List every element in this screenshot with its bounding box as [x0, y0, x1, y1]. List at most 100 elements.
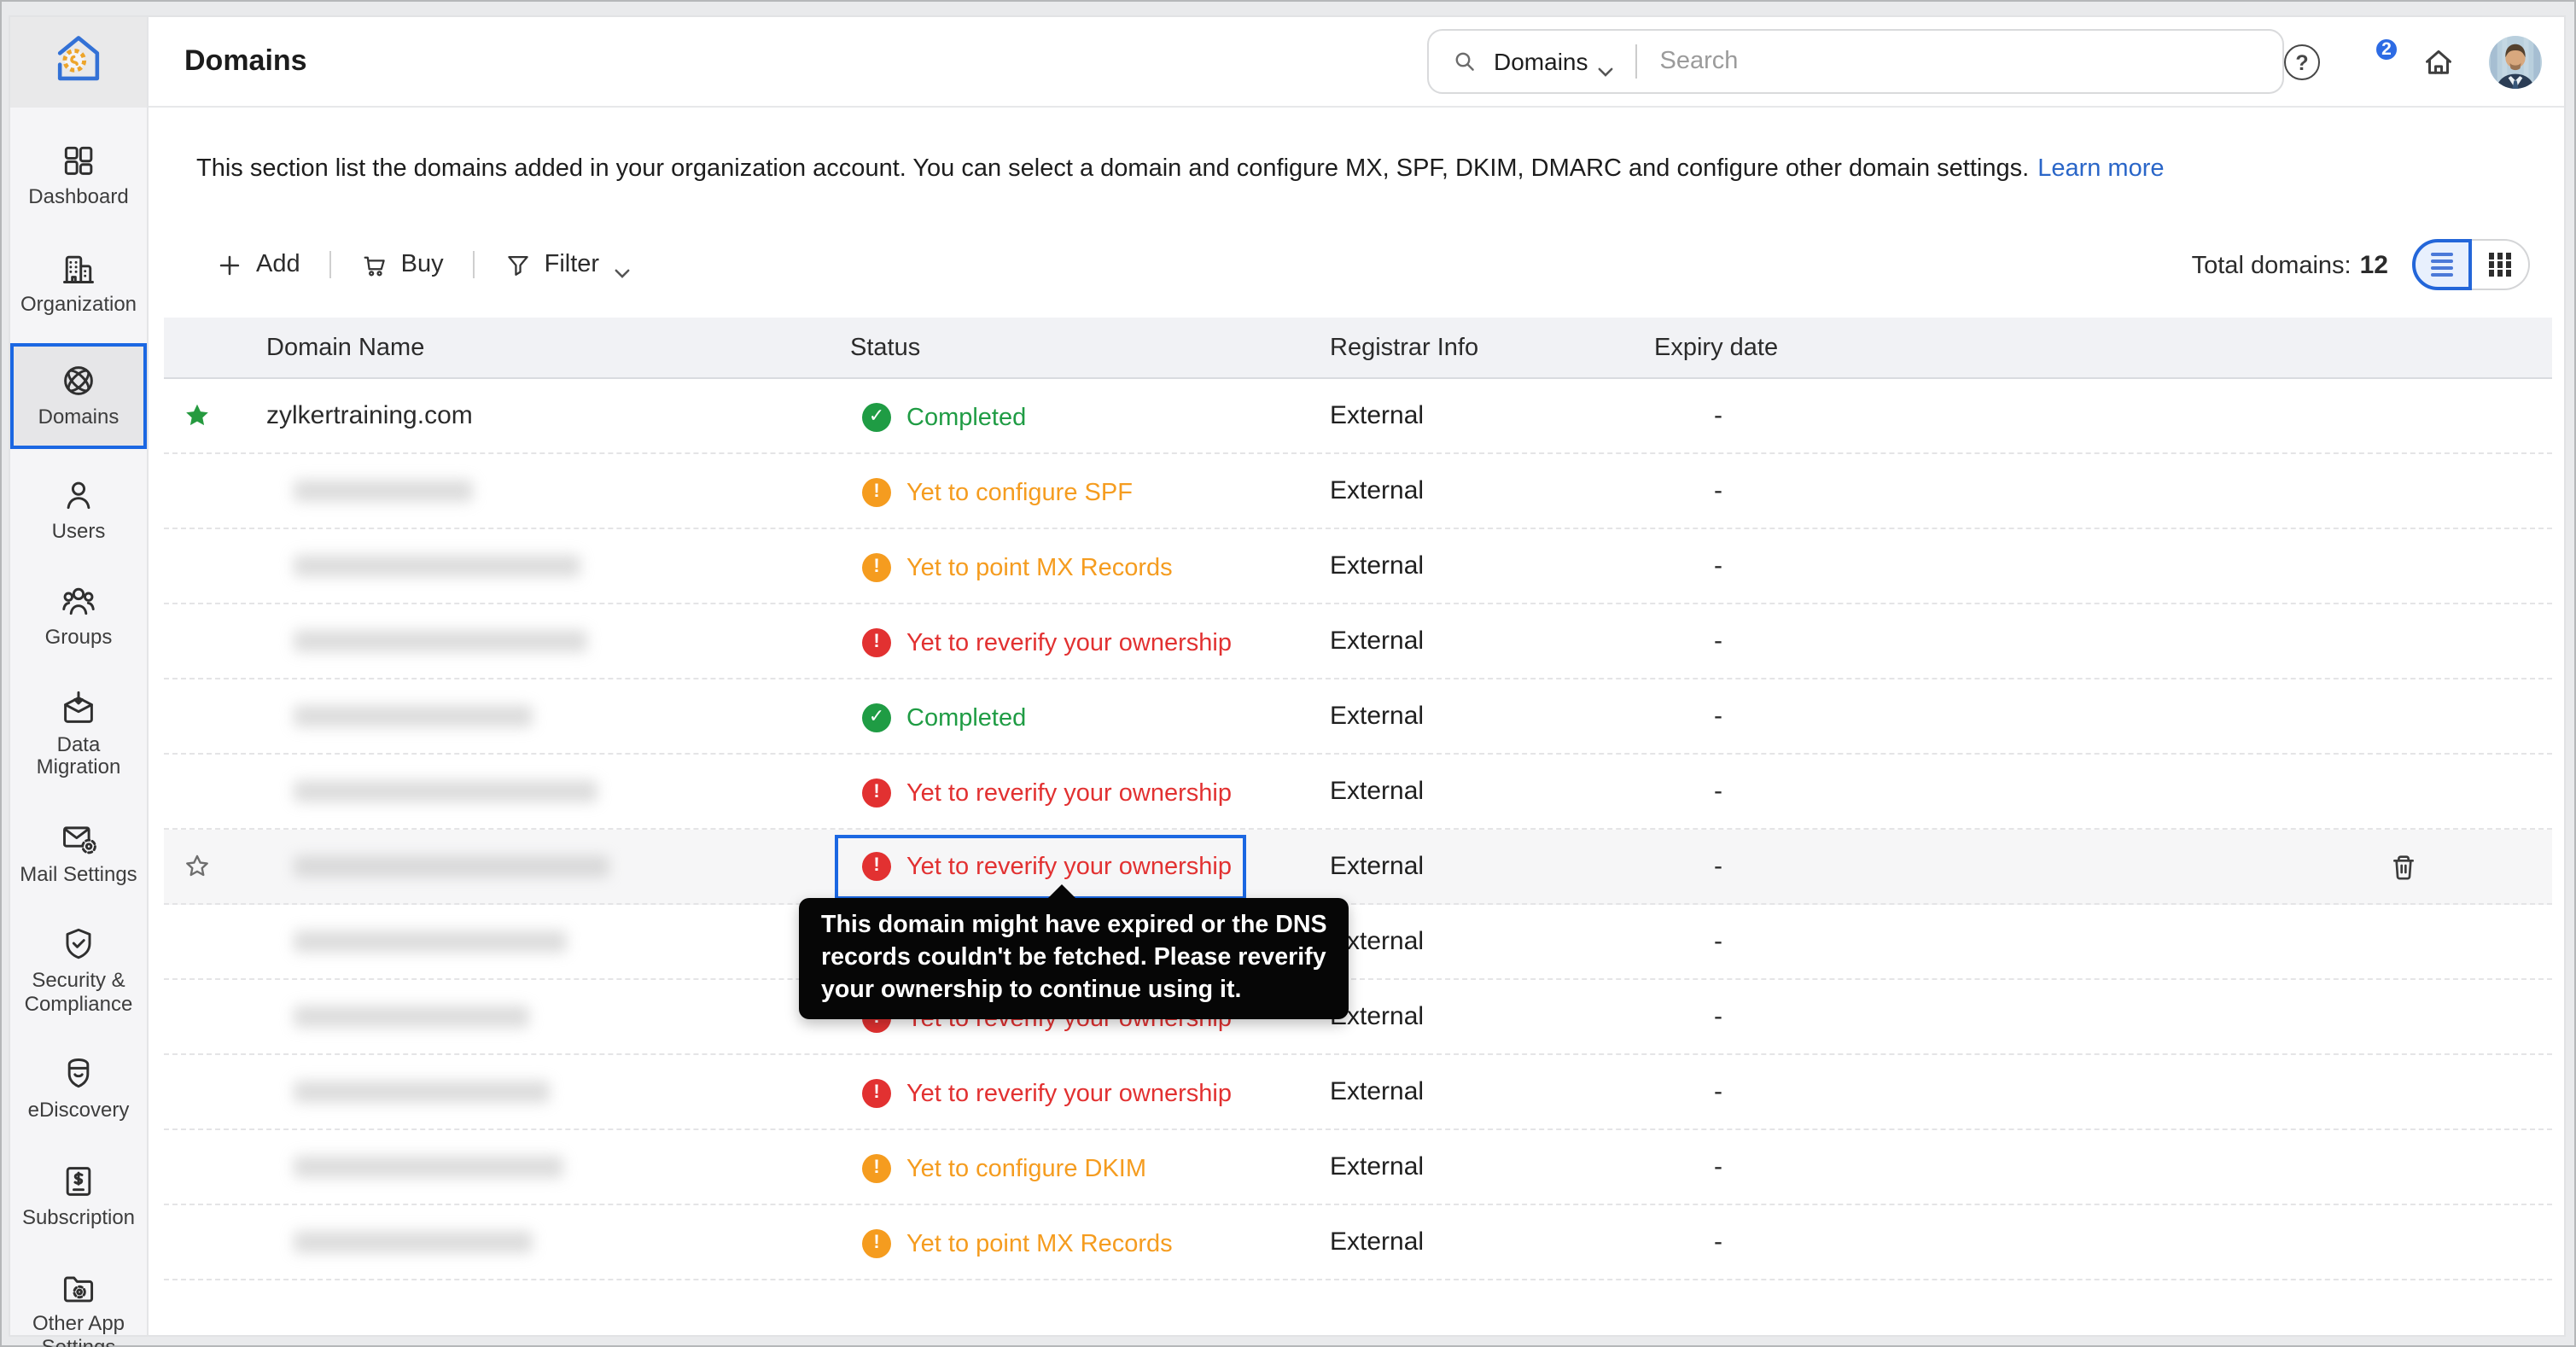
expiry-cell: - [1714, 777, 1722, 806]
table-row[interactable]: !Yet to reverify your ownershipExternal- [164, 905, 2552, 980]
domain-cell [239, 780, 850, 802]
table-body: zylkertraining.com ✓ Completed External -! Ye… [164, 379, 2552, 1280]
status-badge[interactable]: ! Yet to reverify your ownership [862, 852, 1232, 881]
folder-gear-icon [60, 1268, 97, 1306]
table-row[interactable]: ✓ Completed External - [164, 679, 2552, 755]
sidebar-nav: Dashboard Organization Domains Users Groups D… [10, 108, 147, 1347]
column-header-expiry: Expiry date [1654, 334, 1779, 361]
domain-cell [239, 1231, 850, 1253]
domain-name[interactable]: zylkertraining.com [266, 401, 473, 430]
favorite-star-icon[interactable] [180, 399, 213, 432]
status-alert-icon: ! [862, 1229, 891, 1258]
table-row[interactable]: zylkertraining.com ✓ Completed External - [164, 379, 2552, 454]
table-row[interactable]: !Yet to reverify your ownershipExternal- [164, 1055, 2552, 1130]
search-bar[interactable]: Domains [1427, 29, 2284, 94]
grid-view-icon [2488, 253, 2512, 277]
domain-name-blurred [294, 930, 567, 953]
sidebar-item-data-migration[interactable]: Data Migration [10, 677, 147, 791]
table-row[interactable]: !Yet to reverify your ownershipExternal- [164, 830, 2552, 905]
status-badge[interactable]: ✓ Completed [862, 403, 1026, 432]
home-button[interactable] [2421, 44, 2457, 80]
status-badge[interactable]: ! Yet to reverify your ownership [862, 778, 1232, 808]
status-alert-icon: ! [862, 852, 891, 881]
add-domain-button[interactable]: Add [215, 250, 300, 279]
table-row[interactable]: ! Yet to configure DKIM External - [164, 1130, 2552, 1205]
sidebar-item-mail-settings[interactable]: Mail Settings [10, 807, 147, 898]
sidebar-item-ediscovery[interactable]: eDiscovery [10, 1043, 147, 1134]
domain-cell [239, 555, 850, 577]
toolbar-divider [472, 251, 475, 278]
status-cell: ✓ Completed [850, 399, 1330, 432]
favorite-star-outline-icon[interactable] [180, 850, 213, 883]
sidebar-item-users[interactable]: Users [10, 464, 147, 555]
sidebar-item-label: Organization [20, 291, 137, 315]
table-row[interactable]: !Yet to reverify your ownershipExternal- [164, 755, 2552, 830]
delete-domain-button[interactable] [2387, 850, 2421, 884]
expiry-cell: - [1714, 702, 1722, 731]
status-label: Yet to point MX Records [906, 1230, 1173, 1257]
organization-icon [60, 248, 97, 286]
tooltip-line: your ownership to continue using it. [821, 977, 1242, 1004]
mail-settings-icon [60, 819, 97, 856]
sidebar-item-subscription[interactable]: Subscription [10, 1150, 147, 1241]
domain-cell [239, 1081, 850, 1103]
domain-cell [239, 1156, 850, 1178]
grid-view-button[interactable] [2472, 239, 2530, 290]
status-badge[interactable]: ! Yet to reverify your ownership [862, 628, 1232, 657]
buy-domain-button[interactable]: Buy [360, 250, 444, 279]
cart-icon [360, 250, 389, 279]
sidebar-item-groups[interactable]: Groups [10, 570, 147, 662]
user-icon [60, 475, 97, 513]
domain-cell: zylkertraining.com [239, 401, 850, 430]
header-actions: ? 2 [2284, 17, 2542, 108]
status-alert-icon: ! [862, 1079, 891, 1108]
domain-name-blurred [294, 780, 597, 802]
total-domains-count: 12 [2359, 250, 2388, 279]
tooltip-arrow [1048, 884, 1075, 898]
table-header: Domain Name Status Registrar Info Expiry… [164, 318, 2552, 379]
sidebar-item-label: Users [51, 518, 106, 542]
column-header-registrar: Registrar Info [1330, 334, 1479, 361]
help-button[interactable]: ? [2284, 44, 2320, 80]
sidebar-item-domains[interactable]: Domains [10, 343, 147, 448]
sidebar-item-dashboard[interactable]: Dashboard [10, 130, 147, 221]
status-check-icon: ✓ [862, 403, 891, 432]
status-badge[interactable]: ! Yet to configure SPF [862, 478, 1133, 507]
status-cell: ✓ Completed [850, 700, 1330, 732]
table-row[interactable]: !Yet to reverify your ownershipExternal- [164, 604, 2552, 679]
status-badge[interactable]: ! Yet to configure DKIM [862, 1154, 1146, 1183]
column-header-domain: Domain Name [266, 334, 425, 361]
search-scope-dropdown[interactable]: Domains [1494, 48, 1614, 76]
total-domains: Total domains: 12 [2191, 250, 2388, 279]
table-row[interactable]: ! Yet to point MX Records External - [164, 1205, 2552, 1280]
user-avatar[interactable] [2489, 36, 2542, 89]
search-input[interactable] [1659, 48, 2260, 75]
status-badge[interactable]: ! Yet to reverify your ownership [862, 1079, 1232, 1108]
sidebar-item-other-app-settings[interactable]: Other App Settings [10, 1257, 147, 1347]
status-badge[interactable]: ! Yet to point MX Records [862, 1229, 1173, 1258]
filter-funnel-icon [504, 250, 533, 279]
tooltip-line: records couldn't be fetched. Please reve… [821, 944, 1326, 971]
status-alert-icon: ! [862, 628, 891, 657]
status-cell: ! Yet to configure SPF [850, 475, 1330, 507]
learn-more-link[interactable]: Learn more [2037, 155, 2164, 183]
notifications-button[interactable]: 2 [2352, 36, 2400, 80]
toolbar-divider [329, 251, 331, 278]
filter-button[interactable]: Filter [504, 250, 630, 279]
table-row[interactable]: !Yet to reverify your ownershipExternal- [164, 980, 2552, 1055]
search-scope-label: Domains [1494, 48, 1588, 75]
table-row[interactable]: ! Yet to point MX Records External - [164, 529, 2552, 604]
sidebar-item-organization[interactable]: Organization [10, 236, 147, 328]
favorite-cell [164, 399, 239, 432]
sidebar-item-security-compliance[interactable]: Security & Compliance [10, 913, 147, 1028]
status-alert-icon: ! [862, 478, 891, 507]
screenshot-frame: Dashboard Organization Domains Users Groups D… [0, 0, 2576, 1347]
status-badge[interactable]: ! Yet to point MX Records [862, 553, 1173, 582]
status-badge[interactable]: ✓ Completed [862, 703, 1026, 732]
table-row[interactable]: ! Yet to configure SPF External - [164, 454, 2552, 529]
status-alert-icon: ! [862, 1154, 891, 1183]
subscription-icon [60, 1162, 97, 1199]
app-logo[interactable] [10, 17, 147, 108]
list-view-button[interactable] [2412, 239, 2472, 290]
registrar-cell: External [1330, 551, 1425, 580]
